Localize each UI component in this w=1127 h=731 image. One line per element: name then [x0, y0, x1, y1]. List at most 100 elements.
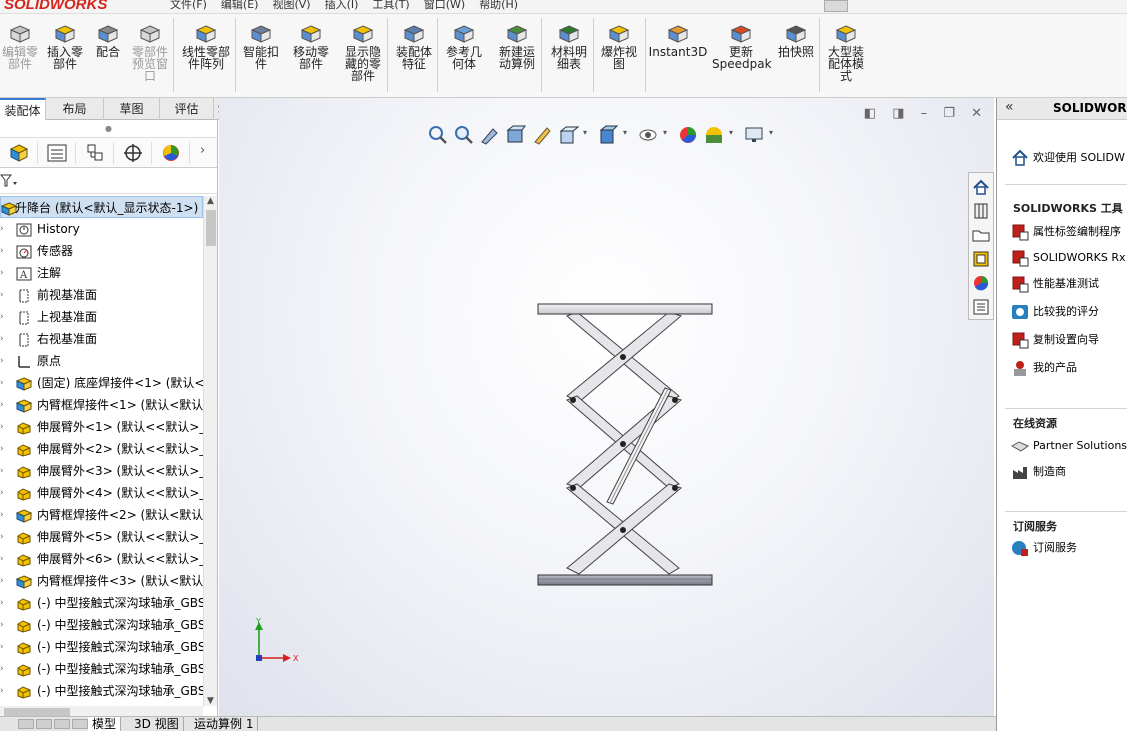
expand-icon[interactable]: ›: [0, 262, 10, 284]
apply-scene-icon[interactable]: [703, 124, 725, 146]
display-style-icon[interactable]: [597, 124, 619, 146]
scissor-lift-model[interactable]: [529, 298, 719, 598]
tree-item[interactable]: › 右视基准面: [0, 328, 203, 350]
menu-item[interactable]: 帮助(H): [479, 0, 518, 11]
tree-item[interactable]: › 伸展臂外<2> (默认<<默认>_显: [0, 438, 203, 460]
configuration-manager-tab-icon[interactable]: [76, 142, 114, 164]
top-platform[interactable]: [537, 303, 713, 315]
ribbon-button[interactable]: 新建运 动算例: [492, 14, 542, 98]
tree-vertical-scrollbar[interactable]: ▲ ▼: [203, 196, 217, 706]
tab-3[interactable]: 评估: [160, 98, 214, 120]
graphics-area[interactable]: ◧ ◨ – ❐ ✕ ▾ ▾ ▾ ▾ ▾ Y X: [219, 98, 994, 716]
tile-left-icon[interactable]: ◧: [864, 106, 876, 121]
ribbon-button[interactable]: 更新 Speedpak: [712, 14, 772, 98]
prev-tab-icon[interactable]: [36, 719, 52, 729]
tree-item[interactable]: › 伸展臂外<1> (默认<<默认>_显: [0, 416, 203, 438]
file-explorer-icon[interactable]: [971, 225, 991, 245]
restore-icon[interactable]: ❐: [943, 106, 955, 121]
tree-item[interactable]: › 原点: [0, 350, 203, 372]
tree-item[interactable]: › 内臂框焊接件<1> (默认<默认_: [0, 394, 203, 416]
tab-model[interactable]: 模型: [88, 717, 122, 731]
tile-right-icon[interactable]: ◨: [892, 106, 904, 121]
expand-icon[interactable]: ›: [0, 328, 10, 350]
expand-icon[interactable]: ›: [0, 350, 10, 372]
appearances-icon[interactable]: [971, 273, 991, 293]
expand-icon[interactable]: ›: [0, 526, 10, 548]
ribbon-button[interactable]: 配合: [92, 14, 124, 98]
task-pane-tool-link[interactable]: SOLIDWORKS Rx: [1011, 248, 1126, 268]
expand-icon[interactable]: ›: [0, 416, 10, 438]
tree-item[interactable]: › (-) 中型接触式深沟球轴承_GBS: [0, 614, 203, 636]
tree-item[interactable]: › 前视基准面: [0, 284, 203, 306]
expand-icon[interactable]: ›: [0, 240, 10, 262]
chevron-down-icon[interactable]: ▾: [729, 128, 733, 137]
close-icon[interactable]: [824, 0, 848, 12]
task-pane-tool-link[interactable]: 性能基准测试: [1011, 274, 1099, 294]
dynamic-annotation-icon[interactable]: [531, 124, 553, 146]
scroll-down-icon[interactable]: ▼: [207, 696, 214, 706]
tree-item[interactable]: › 内臂框焊接件<2> (默认<默认_: [0, 504, 203, 526]
tree-item[interactable]: › (-) 中型接触式深沟球轴承_GBS: [0, 680, 203, 702]
tree-item[interactable]: › History: [0, 218, 203, 240]
section-view-icon[interactable]: [505, 124, 527, 146]
expand-icon[interactable]: ›: [0, 438, 10, 460]
menu-item[interactable]: 窗口(W): [424, 0, 465, 11]
custom-properties-icon[interactable]: [971, 297, 991, 317]
tree-filter[interactable]: [0, 168, 217, 194]
property-manager-tab-icon[interactable]: [38, 142, 76, 164]
tab-1[interactable]: 布局: [46, 98, 104, 120]
base-frame[interactable]: [537, 574, 713, 586]
hscroll-thumb[interactable]: [4, 708, 70, 716]
previous-view-icon[interactable]: [479, 124, 501, 146]
task-pane-tool-link[interactable]: 属性标签编制程序: [1011, 222, 1121, 242]
tree-item[interactable]: › A 注解: [0, 262, 203, 284]
tree-item[interactable]: › (固定) 底座焊接件<1> (默认<默认: [0, 372, 203, 394]
view-palette-icon[interactable]: [971, 249, 991, 269]
expand-icon[interactable]: ›: [0, 614, 10, 636]
tree-item[interactable]: › (-) 中型接触式深沟球轴承_GBS: [0, 592, 203, 614]
expand-icon[interactable]: ›: [0, 460, 10, 482]
hide-show-items-icon[interactable]: [637, 124, 659, 146]
next-tab-icon[interactable]: [54, 719, 70, 729]
minimize-icon[interactable]: –: [921, 106, 928, 121]
filter-icon[interactable]: [0, 172, 22, 190]
expand-icon[interactable]: ›: [0, 592, 10, 614]
ribbon-button[interactable]: 插入零 部件: [42, 14, 88, 98]
tree-item[interactable]: › 内臂框焊接件<3> (默认<默认_: [0, 570, 203, 592]
menu-item[interactable]: 视图(V): [272, 0, 310, 11]
display-manager-tab-icon[interactable]: [152, 142, 190, 164]
first-tab-icon[interactable]: [18, 719, 34, 729]
expand-icon[interactable]: ›: [0, 218, 10, 240]
ribbon-button[interactable]: 装配体 特征: [390, 14, 438, 98]
edit-appearance-icon[interactable]: [677, 124, 699, 146]
tab-motion-study[interactable]: 运动算例 1: [190, 717, 259, 731]
task-pane-tool-link[interactable]: 复制设置向导: [1011, 330, 1099, 350]
last-tab-icon[interactable]: [72, 719, 88, 729]
tree-item[interactable]: › 伸展臂外<4> (默认<<默认>_显: [0, 482, 203, 504]
ribbon-button[interactable]: 爆炸视 图: [596, 14, 642, 98]
ribbon-button[interactable]: 线性零部 件阵列: [176, 14, 236, 98]
expand-icon[interactable]: ›: [0, 548, 10, 570]
expand-icon[interactable]: ›: [0, 482, 10, 504]
view-orientation-icon[interactable]: [557, 124, 579, 146]
view-settings-icon[interactable]: [743, 124, 765, 146]
expand-icon[interactable]: ›: [0, 284, 10, 306]
subscription-link[interactable]: 订阅服务: [1011, 538, 1077, 558]
solidworks-logo[interactable]: SOLIDWORKS: [4, 0, 107, 13]
menu-item[interactable]: 编辑(E): [221, 0, 259, 11]
panel-grip[interactable]: ●: [0, 120, 217, 138]
welcome-link[interactable]: 欢迎使用 SOLIDW: [1011, 148, 1125, 168]
ribbon-button[interactable]: 零部件 预览窗 口: [126, 14, 174, 98]
tree-item[interactable]: › 伸展臂外<5> (默认<<默认>_显: [0, 526, 203, 548]
online-resource-link[interactable]: Partner Solutions(: [1010, 436, 1127, 456]
chevron-down-icon[interactable]: ▾: [583, 128, 587, 137]
scrollbar-thumb[interactable]: [206, 210, 216, 246]
ribbon-button[interactable]: Instant3D: [648, 14, 708, 98]
ribbon-button[interactable]: 大型装 配体模 式: [822, 14, 870, 98]
home-icon[interactable]: [971, 177, 991, 197]
tree-item[interactable]: › (-) 中型接触式深沟球轴承_GBS: [0, 658, 203, 680]
scroll-up-icon[interactable]: ▲: [207, 196, 214, 206]
close-icon[interactable]: ✕: [971, 106, 982, 121]
menu-item[interactable]: 工具(T): [372, 0, 409, 11]
tree-root-assembly[interactable]: 升降台 (默认<默认_显示状态-1>): [0, 196, 203, 218]
